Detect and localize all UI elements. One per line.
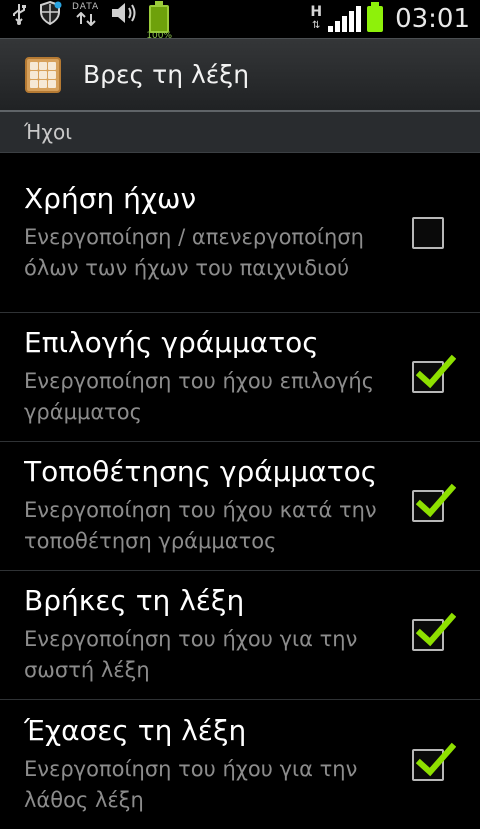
- pref-text: Βρήκες τη λέξη Ενεργοποίηση του ήχου για…: [24, 584, 412, 686]
- pref-title: Τοποθέτησης γράμματος: [24, 455, 378, 488]
- preference-list: Χρήση ήχων Ενεργοποίηση / απενεργοποίηση…: [0, 153, 480, 829]
- battery-percent: 100%: [146, 31, 173, 41]
- status-bar-system: H ⇅ 03:01: [310, 2, 480, 34]
- battery-icon: [367, 2, 384, 32]
- pref-text: Τοποθέτησης γράμματος Ενεργοποίηση του ή…: [24, 455, 412, 557]
- section-label: Ήχοι: [24, 120, 72, 144]
- checkmark-icon: [416, 612, 456, 647]
- pref-title: Επιλογής γράμματος: [24, 326, 319, 359]
- shield-icon: [38, 0, 62, 38]
- pref-summary: Ενεργοποίηση του ήχου κατά την τοποθέτησ…: [24, 498, 377, 553]
- volume-icon: [109, 0, 139, 38]
- app-grid-icon[interactable]: [25, 56, 61, 93]
- network-type-label: H: [310, 4, 323, 20]
- pref-summary: Ενεργοποίηση του ήχου για την σωστή λέξη: [24, 627, 358, 682]
- pref-title: Βρήκες τη λέξη: [24, 584, 245, 617]
- pref-use-sounds[interactable]: Χρήση ήχων Ενεργοποίηση / απενεργοποίηση…: [0, 153, 480, 313]
- checkmark-icon: [416, 354, 456, 389]
- usb-icon: [10, 0, 28, 38]
- checkbox-letter-select[interactable]: [412, 354, 456, 393]
- checkbox-word-found[interactable]: [412, 612, 456, 651]
- app-title: Βρες τη λέξη: [83, 60, 250, 89]
- section-header-sounds: Ήχοι: [0, 112, 480, 153]
- pref-text: Χρήση ήχων Ενεργοποίηση / απενεργοποίηση…: [24, 182, 412, 284]
- pref-title: Έχασες τη λέξη: [24, 713, 247, 747]
- title-bar: Βρες τη λέξη: [0, 38, 480, 112]
- pref-word-found[interactable]: Βρήκες τη λέξη Ενεργοποίηση του ήχου για…: [0, 571, 480, 700]
- status-bar-notifications: DATA 100%: [0, 0, 172, 41]
- signal-strength-icon: [328, 6, 362, 32]
- data-label: DATA: [72, 2, 100, 12]
- pref-word-lost[interactable]: Έχασες τη λέξη Ενεργοποίηση του ήχου για…: [0, 700, 480, 829]
- network-type-indicator: H ⇅: [310, 5, 322, 33]
- battery-notification-icon: 100%: [146, 1, 172, 41]
- clock: 03:01: [395, 4, 470, 34]
- pref-summary: Ενεργοποίηση / απενεργοποίηση όλων των ή…: [24, 224, 364, 280]
- checkbox-letter-place[interactable]: [412, 483, 456, 522]
- pref-summary: Ενεργοποίηση του ήχου επιλογής γράμματος: [24, 369, 375, 424]
- pref-summary: Ενεργοποίηση του ήχου για την λάθος λέξη: [24, 756, 358, 812]
- checkmark-icon: [416, 742, 456, 776]
- battery-small-icon: [149, 1, 170, 33]
- checkmark-icon: [416, 483, 456, 518]
- pref-letter-select[interactable]: Επιλογής γράμματος Ενεργοποίηση του ήχου…: [0, 313, 480, 442]
- checkbox-use-sounds[interactable]: [412, 216, 444, 249]
- checkbox-word-lost[interactable]: [412, 742, 456, 781]
- pref-letter-place[interactable]: Τοποθέτησης γράμματος Ενεργοποίηση του ή…: [0, 442, 480, 571]
- status-bar: DATA 100% H ⇅ 03:01: [0, 0, 480, 41]
- pref-text: Επιλογής γράμματος Ενεργοποίηση του ήχου…: [24, 326, 412, 428]
- pref-text: Έχασες τη λέξη Ενεργοποίηση του ήχου για…: [24, 714, 412, 816]
- pref-title: Χρήση ήχων: [24, 181, 197, 215]
- data-transfer-icon: DATA: [72, 2, 99, 26]
- network-arrows-icon: ⇅: [312, 20, 321, 31]
